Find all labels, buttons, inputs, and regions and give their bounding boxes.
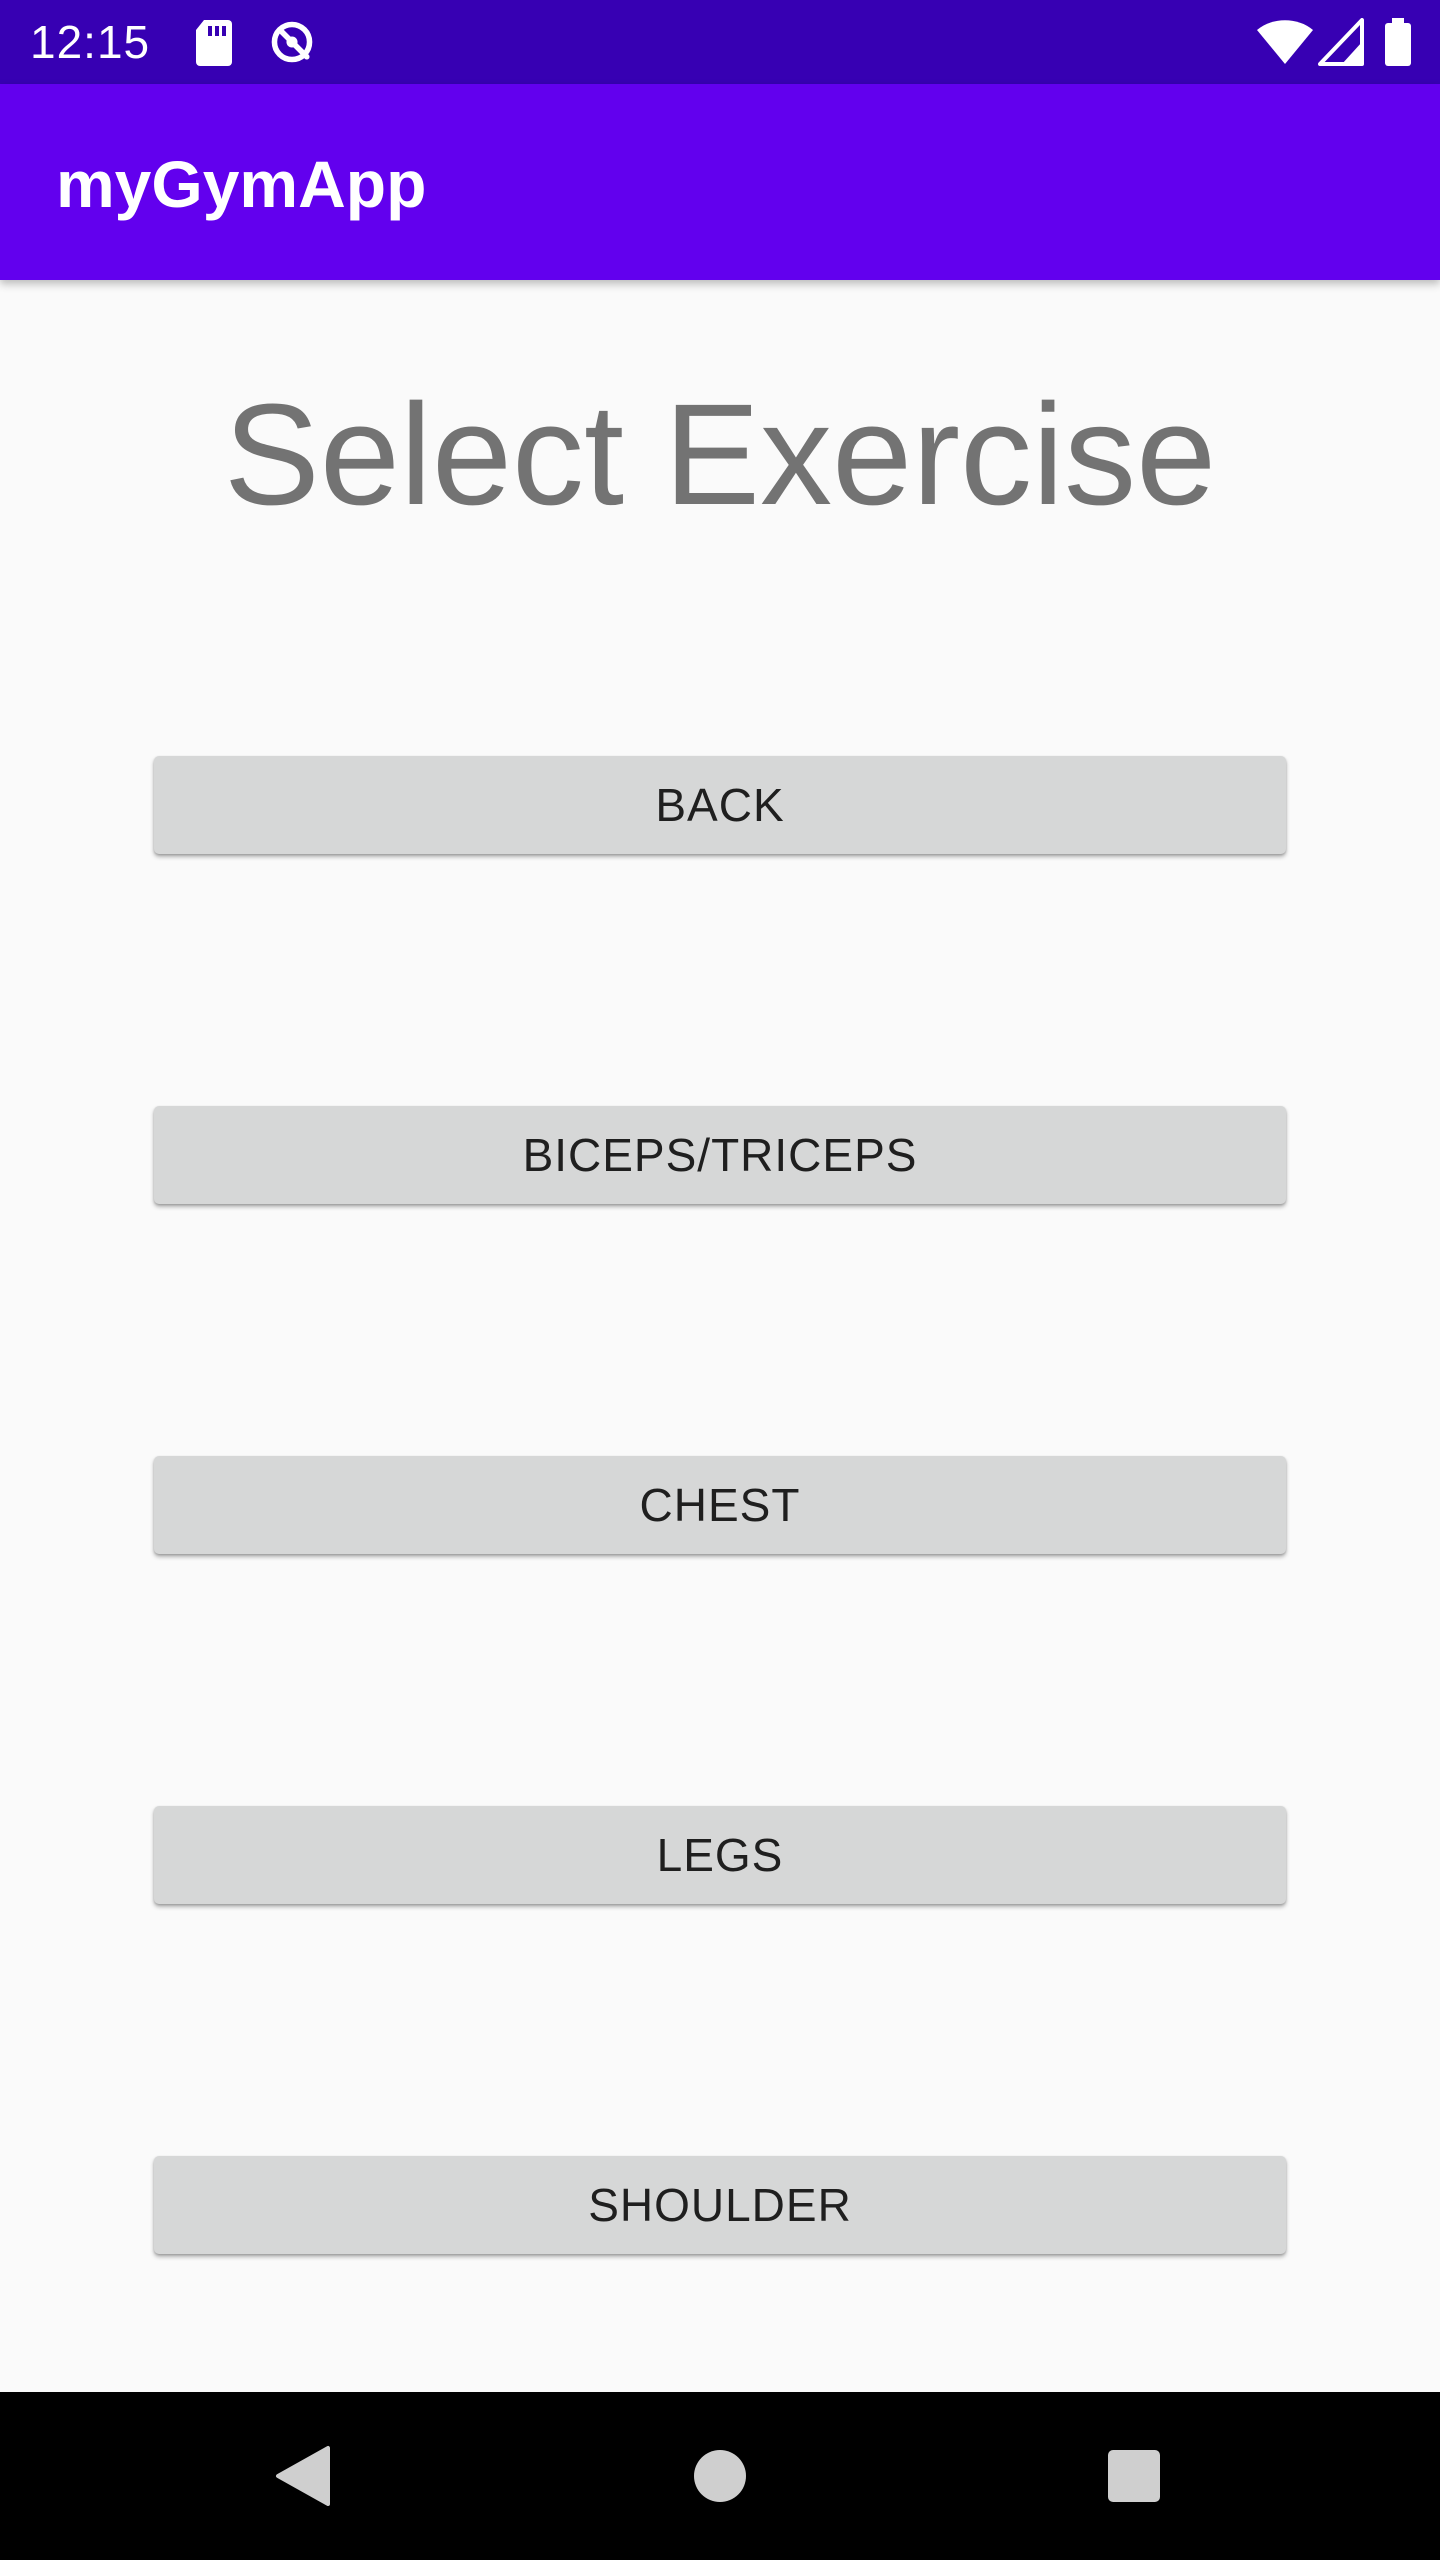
- recents-nav-icon[interactable]: [1044, 2392, 1224, 2560]
- back-button[interactable]: BACK: [154, 756, 1286, 854]
- screen: 12:15 myGymApp Select Exercise BACK BICE…: [0, 0, 1440, 2560]
- page-title: Select Exercise: [223, 374, 1217, 535]
- chest-button[interactable]: CHEST: [154, 1456, 1286, 1554]
- wifi-icon: [1257, 20, 1313, 64]
- status-bar: 12:15: [0, 0, 1440, 84]
- back-nav-icon[interactable]: [210, 2392, 390, 2560]
- shoulder-button[interactable]: SHOULDER: [154, 2156, 1286, 2254]
- home-nav-icon[interactable]: [630, 2392, 810, 2560]
- sync-disabled-icon: [271, 21, 313, 63]
- cell-signal-icon: [1318, 18, 1364, 66]
- sd-card-icon: [196, 20, 232, 66]
- app-bar: myGymApp: [0, 84, 1440, 280]
- navigation-bar: [0, 2392, 1440, 2560]
- biceps-triceps-button[interactable]: BICEPS/TRICEPS: [154, 1106, 1286, 1204]
- status-time: 12:15: [30, 16, 151, 68]
- legs-button[interactable]: LEGS: [154, 1806, 1286, 1904]
- app-title: myGymApp: [56, 147, 427, 221]
- battery-icon: [1385, 18, 1411, 66]
